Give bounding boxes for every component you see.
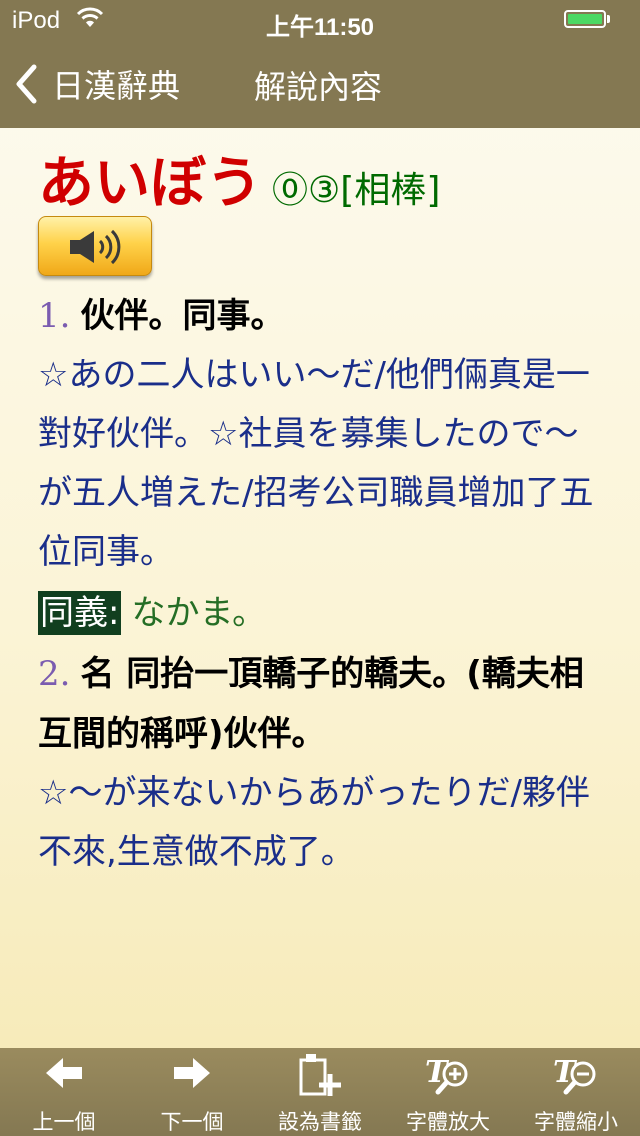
font-zoom-out-button[interactable]: T 字體縮小 bbox=[512, 1048, 640, 1136]
arrow-right-icon bbox=[174, 1058, 210, 1088]
navigation-bar: 日漢辭典 解說內容 bbox=[0, 40, 640, 128]
add-bookmark-icon bbox=[299, 1054, 341, 1096]
speaker-icon bbox=[70, 229, 121, 265]
next-label: 下一個 bbox=[160, 1110, 224, 1134]
font-zoom-out-icon: T bbox=[553, 1055, 596, 1095]
definition-text: 伙伴。同事。 bbox=[80, 296, 285, 336]
sense-2-definition: 2. 名 同抬一頂轎子的轎夫。(轎夫相互間的稱呼)伙伴。 bbox=[38, 644, 608, 764]
sense-1-examples: ☆あの二人はいい～だ/他們倆真是一對好伙伴。☆社員を募集したので～が五人増えた/… bbox=[38, 355, 594, 572]
sense-1-definition: 1. 伙伴。同事。 bbox=[38, 286, 608, 346]
status-bar: iPod 上午11:50 bbox=[0, 0, 640, 41]
arrow-left-icon bbox=[46, 1058, 82, 1088]
headword: あいぼう bbox=[38, 151, 262, 216]
status-time: 上午11:50 bbox=[265, 14, 375, 41]
headword-line: あいぼう ⓪③ [相棒] bbox=[38, 138, 608, 216]
definition-text: 名 同抬一頂轎子的轎夫。(轎夫相互間的稱呼)伙伴。 bbox=[38, 654, 584, 754]
entry-content: あいぼう ⓪③ [相棒] 1. 伙伴。同事。 ☆あの二人はいい～だ/他們倆真是一對… bbox=[38, 138, 608, 882]
chevron-left-icon bbox=[16, 64, 37, 104]
font-zoom-in-button[interactable]: T 字體放大 bbox=[384, 1048, 512, 1136]
play-pronunciation-button[interactable] bbox=[38, 216, 152, 276]
battery-cap bbox=[607, 15, 610, 23]
synonym-line: 同義: なかま。 bbox=[38, 582, 608, 644]
add-bookmark-label: 設為書籤 bbox=[278, 1110, 362, 1134]
synonym-word: なかま。 bbox=[131, 593, 267, 633]
add-bookmark-button[interactable]: 設為書籤 bbox=[256, 1048, 384, 1136]
sense-number: 2. bbox=[38, 654, 71, 694]
headword-kanji: [相棒] bbox=[340, 170, 441, 211]
back-button-label: 日漢辭典 bbox=[52, 67, 181, 105]
next-button[interactable]: 下一個 bbox=[128, 1048, 256, 1136]
previous-button[interactable]: 上一個 bbox=[0, 1048, 128, 1136]
back-button[interactable]: 日漢辭典 bbox=[14, 60, 180, 108]
font-zoom-in-icon: T bbox=[425, 1055, 468, 1095]
page-title: 解說內容 bbox=[254, 68, 383, 106]
battery-icon bbox=[564, 10, 606, 28]
sense-number: 1. bbox=[38, 296, 71, 336]
font-zoom-in-label: 字體放大 bbox=[406, 1110, 490, 1134]
synonym-label: 同義: bbox=[38, 591, 122, 635]
previous-label: 上一個 bbox=[32, 1110, 96, 1134]
bottom-toolbar: 上一個 下一個 設為書籤 T 字體放大 T 字體縮小 bbox=[0, 1048, 640, 1136]
sense-2-examples: ☆～が来ないからあがったりだ/夥伴不來,生意做不成了。 bbox=[38, 773, 590, 872]
font-zoom-out-label: 字體縮小 bbox=[534, 1110, 618, 1134]
pitch-accent: ⓪③ bbox=[272, 170, 341, 211]
